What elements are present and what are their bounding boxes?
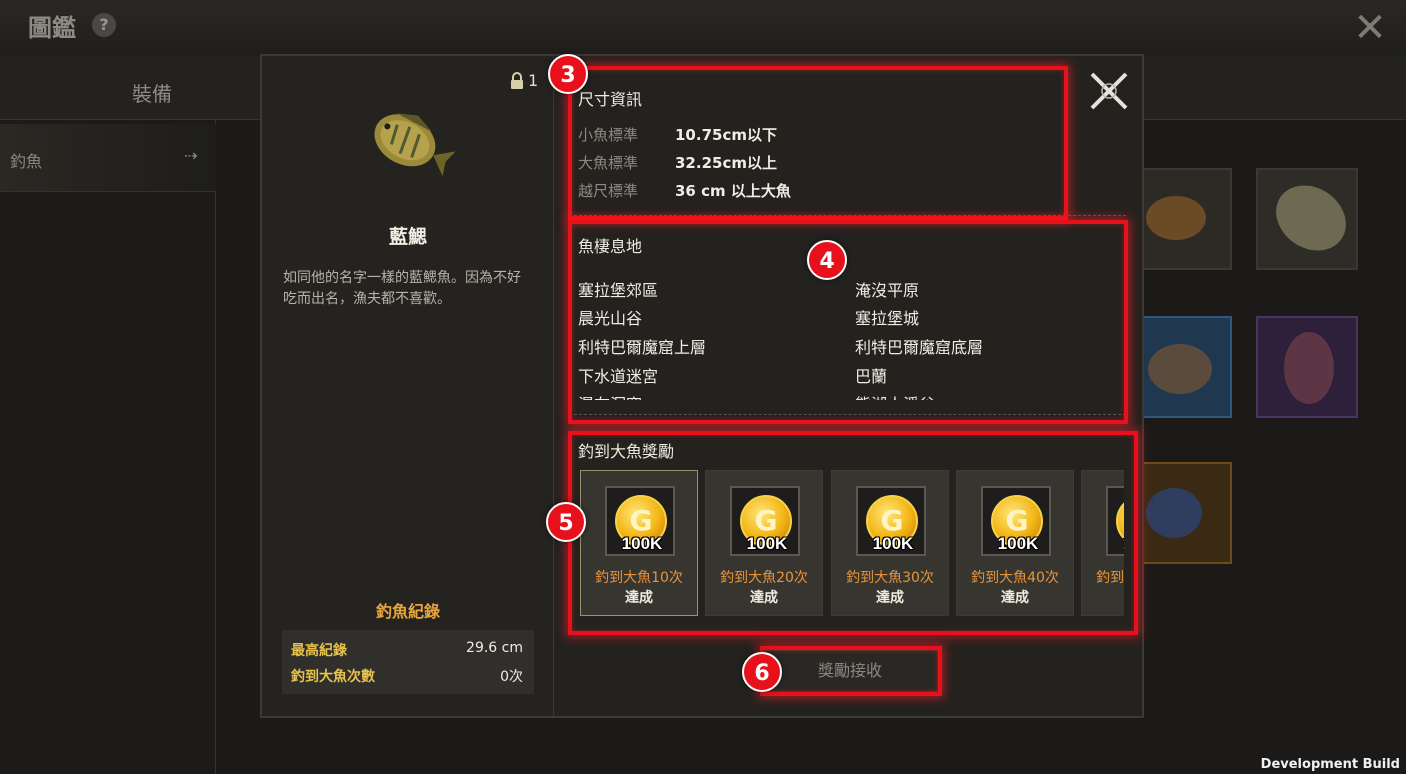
callout-box-size-info bbox=[568, 66, 1068, 220]
dev-build-label: Development Build bbox=[1260, 757, 1400, 772]
record-value: 0次 bbox=[500, 669, 523, 685]
lock-icon bbox=[511, 72, 523, 89]
record-label: 最高紀錄 bbox=[291, 643, 347, 659]
callout-number: 4 bbox=[807, 240, 847, 280]
tab-equipment[interactable]: 裝備 bbox=[132, 78, 172, 107]
close-icon[interactable] bbox=[1088, 70, 1130, 112]
fish-icon bbox=[1146, 488, 1202, 538]
lock-count: 1 bbox=[528, 71, 539, 90]
callout-number: 6 bbox=[742, 652, 782, 692]
window-header bbox=[0, 0, 1406, 56]
callout-number: 3 bbox=[548, 54, 588, 94]
callout-number: 5 bbox=[546, 502, 586, 542]
collection-slot[interactable] bbox=[1130, 462, 1232, 564]
record-label: 釣到大魚次數 bbox=[291, 669, 375, 685]
record-value: 29.6 cm bbox=[466, 640, 523, 656]
arrow-right-icon: ⇢ bbox=[184, 146, 198, 165]
collection-slot[interactable] bbox=[1256, 168, 1359, 270]
callout-box-habitat bbox=[568, 220, 1128, 424]
help-icon[interactable]: ? bbox=[92, 13, 116, 37]
shell-icon bbox=[1148, 344, 1212, 394]
collection-slot[interactable] bbox=[1256, 316, 1358, 418]
fish-icon bbox=[1263, 172, 1359, 264]
jellyfish-icon bbox=[1284, 332, 1334, 404]
fish-image bbox=[374, 113, 456, 177]
callout-box-rewards bbox=[568, 431, 1138, 635]
record-table: 最高紀錄 29.6 cm 釣到大魚次數 0次 bbox=[282, 630, 534, 694]
fish-description: 如同他的名字一樣的藍鰓魚。因為不好吃而出名，漁夫都不喜歡。 bbox=[283, 270, 521, 307]
fish-name: 藍鰓 bbox=[388, 226, 427, 248]
fish-icon bbox=[1146, 196, 1206, 240]
collection-slot[interactable] bbox=[1130, 168, 1232, 270]
sidebar bbox=[0, 120, 216, 774]
window-close-icon[interactable]: ✕ bbox=[1350, 8, 1390, 48]
record-title: 釣魚紀錄 bbox=[375, 602, 440, 621]
collection-slot[interactable] bbox=[1130, 316, 1232, 418]
window-title: 圖鑑 bbox=[28, 14, 76, 42]
callout-box-claim bbox=[760, 646, 942, 696]
sidebar-item-label: 釣魚 bbox=[10, 152, 43, 171]
